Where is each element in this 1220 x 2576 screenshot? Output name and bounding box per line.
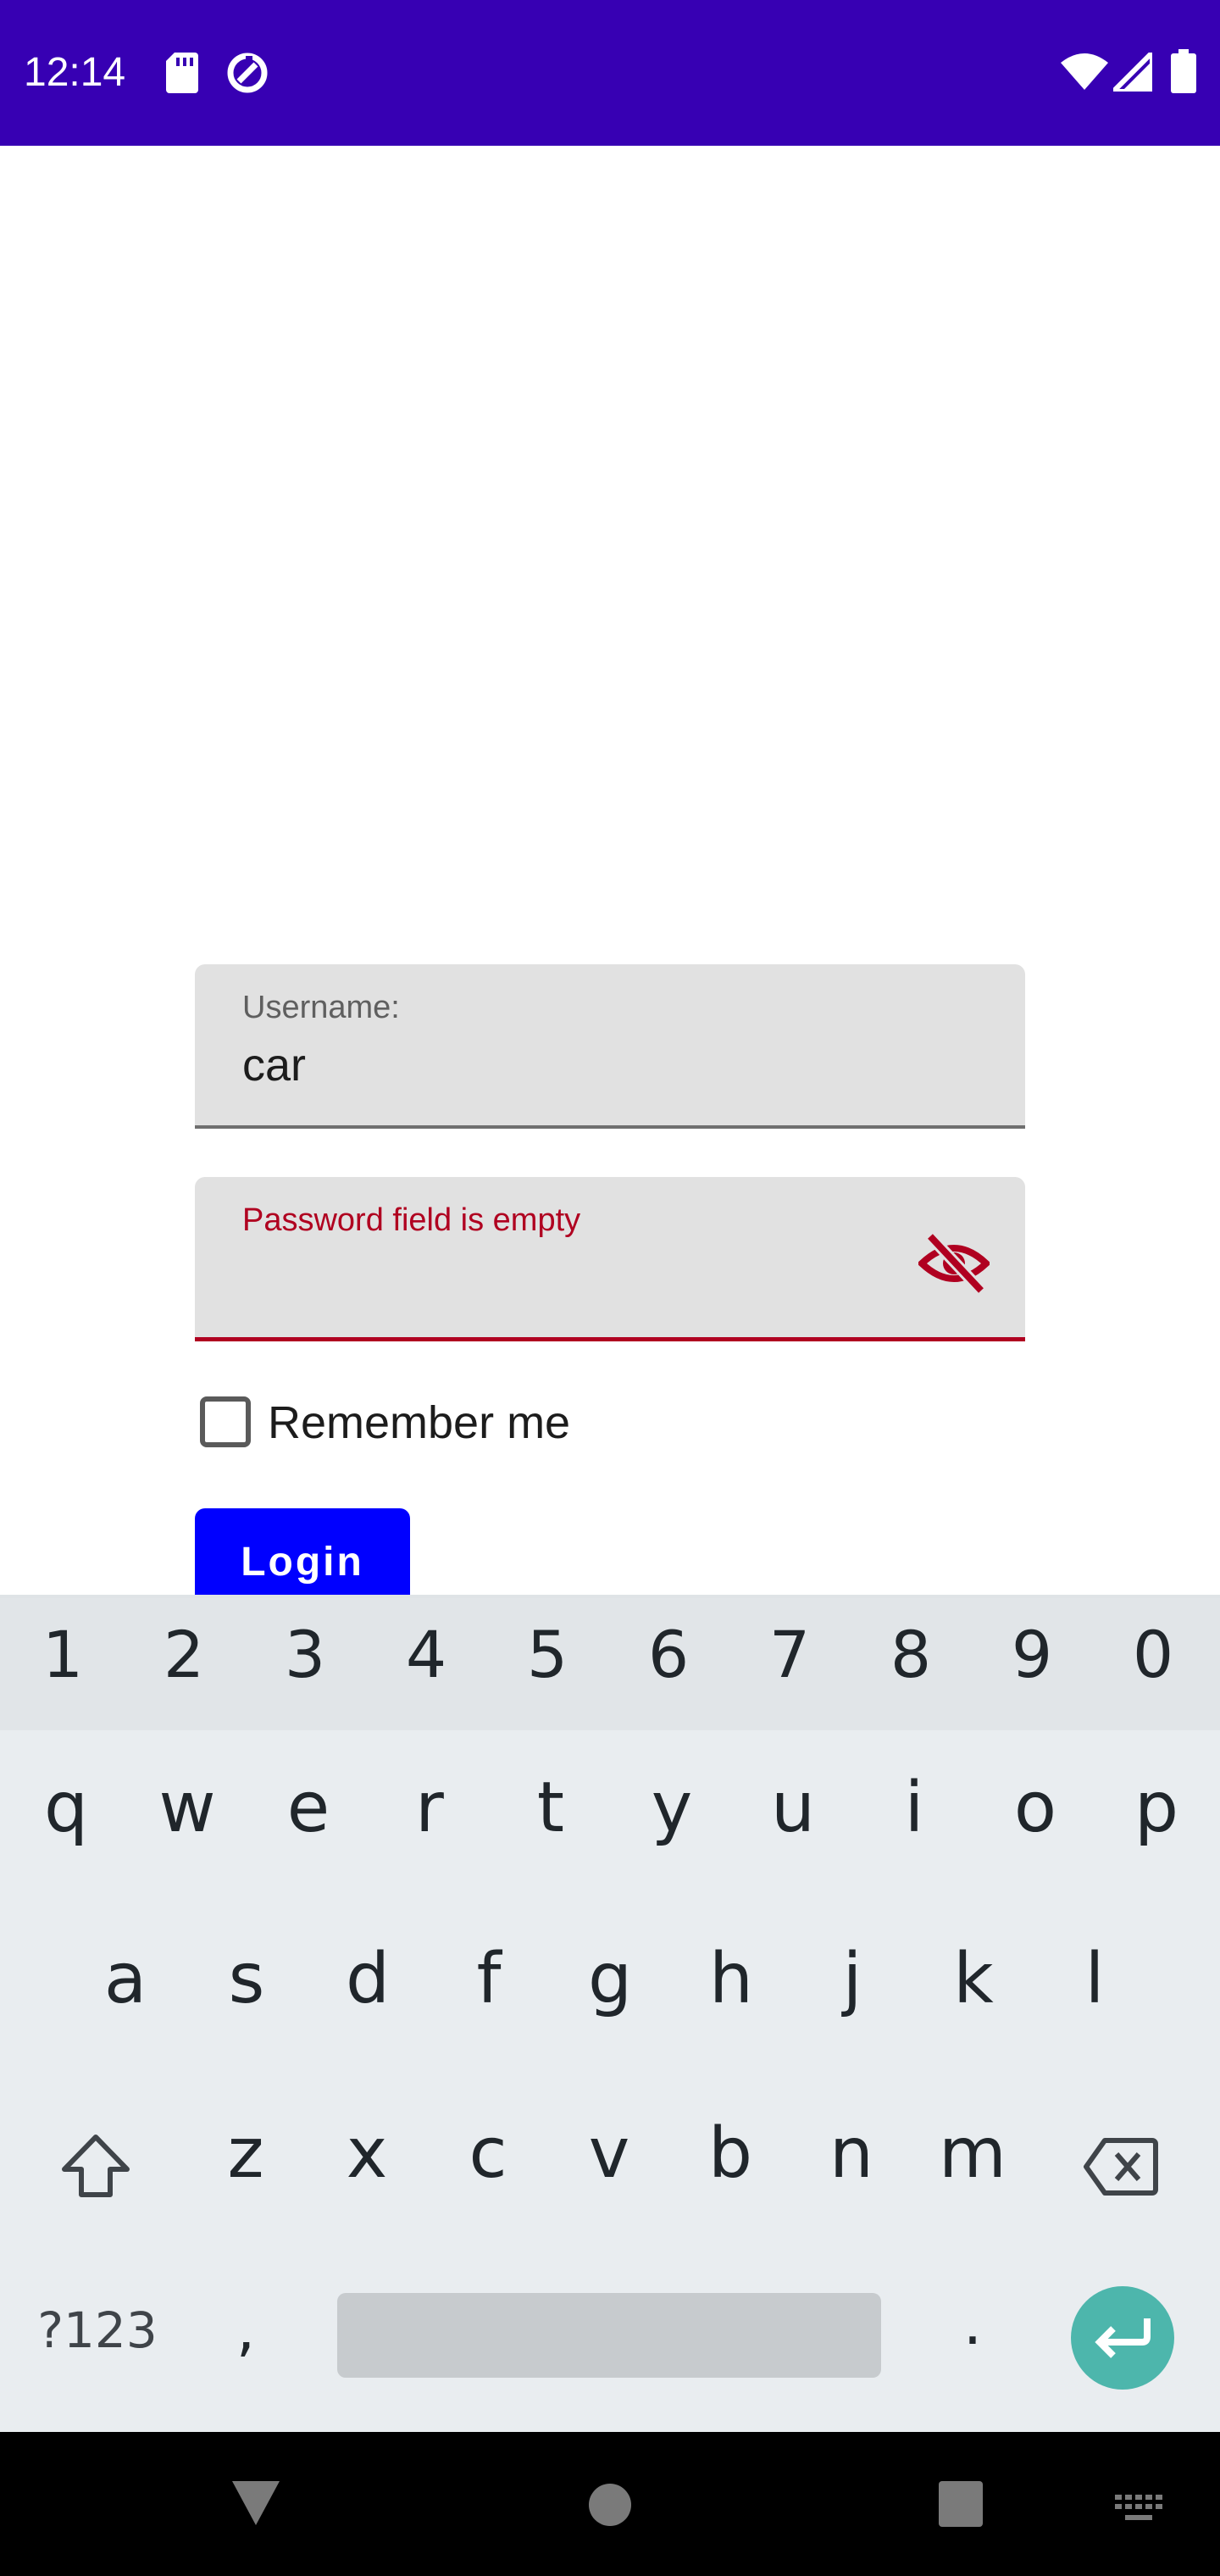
status-bar: 12:14: [0, 0, 1220, 146]
key-u[interactable]: u: [759, 1768, 827, 1848]
battery-icon: [1171, 49, 1196, 93]
key-num-2[interactable]: 2: [150, 1617, 218, 1692]
sd-card-icon: [166, 53, 198, 93]
key-h[interactable]: h: [697, 1939, 765, 2019]
key-num-8[interactable]: 8: [877, 1617, 945, 1692]
remember-me-label: Remember me: [268, 1397, 571, 1448]
key-i[interactable]: i: [880, 1768, 948, 1848]
wifi-icon: [1061, 53, 1108, 90]
space-key[interactable]: [337, 2293, 881, 2378]
back-icon[interactable]: [230, 2479, 281, 2527]
password-error-label: Password field is empty: [242, 1202, 581, 1238]
key-m[interactable]: m: [939, 2113, 1006, 2194]
key-p[interactable]: p: [1123, 1768, 1190, 1848]
symbols-key[interactable]: ?123: [34, 2301, 161, 2359]
key-num-9[interactable]: 9: [998, 1617, 1066, 1692]
key-l[interactable]: l: [1061, 1939, 1128, 2019]
key-f[interactable]: f: [455, 1939, 523, 2019]
key-j[interactable]: j: [818, 1939, 886, 2019]
visibility-off-icon[interactable]: [918, 1228, 990, 1299]
backspace-key-icon[interactable]: [1083, 2137, 1159, 2196]
key-num-6[interactable]: 6: [635, 1617, 702, 1692]
signal-icon: [1113, 53, 1152, 92]
key-y[interactable]: y: [638, 1768, 706, 1848]
key-b[interactable]: b: [696, 2113, 764, 2194]
key-n[interactable]: n: [818, 2113, 885, 2194]
key-r[interactable]: r: [396, 1768, 463, 1848]
data-saver-icon: [227, 53, 268, 93]
key-e[interactable]: e: [274, 1768, 342, 1848]
soft-keyboard: 1234567890 qwertyuiop asdfghjkl zxcvbnm ?12…: [0, 1595, 1220, 2432]
enter-arrow-icon: [1095, 2318, 1151, 2358]
home-icon[interactable]: [588, 2483, 632, 2527]
key-z[interactable]: z: [212, 2113, 280, 2194]
key-num-1[interactable]: 1: [29, 1617, 97, 1692]
key-w[interactable]: w: [153, 1768, 221, 1848]
key-o[interactable]: o: [1001, 1768, 1069, 1848]
key-q[interactable]: q: [32, 1768, 100, 1848]
key-c[interactable]: c: [454, 2113, 522, 2194]
key-d[interactable]: d: [334, 1939, 402, 2019]
key-num-4[interactable]: 4: [392, 1617, 460, 1692]
navigation-bar: [0, 2432, 1220, 2576]
key-k[interactable]: k: [940, 1939, 1007, 2019]
key-g[interactable]: g: [576, 1939, 644, 2019]
comma-key[interactable]: ,: [212, 2295, 280, 2364]
key-num-7[interactable]: 7: [756, 1617, 824, 1692]
recents-icon[interactable]: [939, 2481, 983, 2527]
key-x[interactable]: x: [333, 2113, 401, 2194]
username-field[interactable]: Username: car: [195, 964, 1025, 1129]
key-num-3[interactable]: 3: [271, 1617, 339, 1692]
username-value[interactable]: car: [242, 1039, 306, 1091]
key-a[interactable]: a: [92, 1939, 159, 2019]
password-field[interactable]: Password field is empty: [195, 1177, 1025, 1341]
period-key[interactable]: .: [939, 2289, 1006, 2358]
keyboard-switch-icon[interactable]: [1115, 2495, 1162, 2523]
key-v[interactable]: v: [575, 2113, 643, 2194]
shift-key-icon[interactable]: [58, 2132, 134, 2200]
username-label: Username:: [242, 990, 400, 1025]
key-num-0[interactable]: 0: [1119, 1617, 1187, 1692]
key-num-5[interactable]: 5: [513, 1617, 581, 1692]
status-time: 12:14: [24, 50, 126, 95]
enter-key[interactable]: [1071, 2286, 1174, 2390]
key-s[interactable]: s: [213, 1939, 280, 2019]
key-t[interactable]: t: [517, 1768, 585, 1848]
remember-me-checkbox[interactable]: [200, 1396, 251, 1447]
